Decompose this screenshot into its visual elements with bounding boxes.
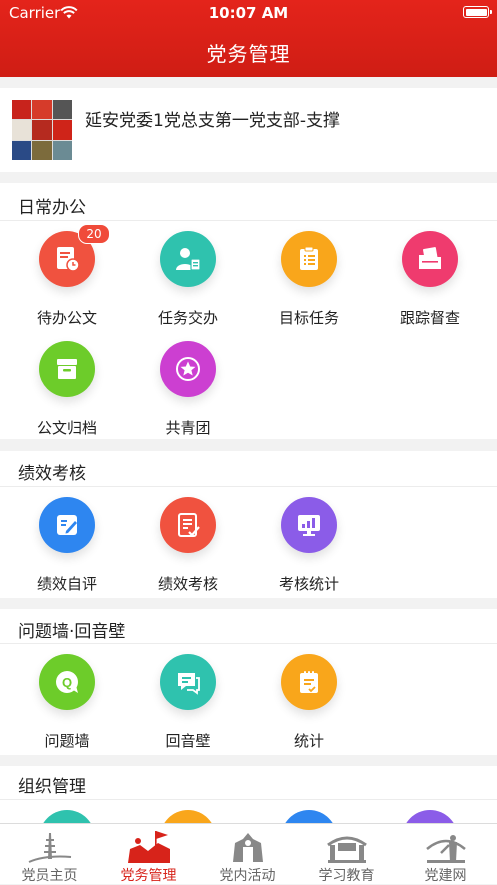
chart-board-icon xyxy=(281,497,337,553)
item-label: 统计 xyxy=(293,732,324,750)
item-label: 考核统计 xyxy=(278,575,339,593)
tracking-supervision-button[interactable]: 跟踪督查 xyxy=(369,231,491,341)
question-bubble-icon: Q xyxy=(39,654,95,710)
battery-icon xyxy=(463,6,492,18)
tab-label: 党务管理 xyxy=(120,868,177,884)
item-label: 待办公文 xyxy=(36,309,97,327)
tab-study-education[interactable]: 学习教育 xyxy=(297,824,396,884)
user-assign-icon xyxy=(160,231,216,287)
item-label: 公文归档 xyxy=(36,419,97,437)
svg-text:Q: Q xyxy=(62,675,72,690)
section-title: 问题墙·回音壁 xyxy=(18,622,126,642)
target-tasks-button[interactable]: 目标任务 xyxy=(248,231,370,341)
status-bar: Carrier 10:07 AM xyxy=(0,0,497,26)
bottom-tab-bar: 党员主页 党务管理 党内活动 学习教育 党建网 xyxy=(0,823,497,884)
organization-card[interactable]: 延安党委1党总支第一党支部-支撑 xyxy=(0,88,497,172)
stats-clipboard-icon xyxy=(281,654,337,710)
gate-icon xyxy=(327,836,367,863)
divider xyxy=(0,643,497,644)
item-label: 问题墙 xyxy=(44,732,90,750)
review-statistics-button[interactable]: 考核统计 xyxy=(248,497,370,607)
org-item-icon[interactable] xyxy=(281,810,337,823)
item-label: 回音壁 xyxy=(165,732,211,750)
item-label: 绩效考核 xyxy=(157,575,218,593)
item-label: 任务交办 xyxy=(157,309,218,327)
archive-box-icon xyxy=(39,341,95,397)
org-item-icon[interactable] xyxy=(39,810,95,823)
flag-bearers-icon xyxy=(128,831,170,863)
youth-league-button[interactable]: 共青团 xyxy=(127,341,249,451)
section-daily-office: 日常办公 20 待办公文 任务交办 目标任务 跟踪督查 公文归档 共青团 xyxy=(0,183,497,439)
chat-bubble-icon xyxy=(160,654,216,710)
item-label: 共青团 xyxy=(165,419,211,437)
tab-party-building-web[interactable]: 党建网 xyxy=(396,824,495,884)
item-label: 绩效自评 xyxy=(36,575,97,593)
pending-documents-button[interactable]: 20 待办公文 xyxy=(6,224,128,341)
section-title: 组织管理 xyxy=(18,777,86,797)
section-performance: 绩效考核 绩效自评 绩效考核 考核统计 xyxy=(0,451,497,598)
statue-icon xyxy=(426,835,466,863)
statistics-button[interactable]: 统计 xyxy=(248,654,370,764)
clock: 10:07 AM xyxy=(208,4,289,22)
item-label: 目标任务 xyxy=(278,309,339,327)
section-question-wall: 问题墙·回音壁 Q 问题墙 回音壁 统计 xyxy=(0,609,497,755)
tab-party-affairs[interactable]: 党务管理 xyxy=(99,824,198,884)
folder-icon xyxy=(402,231,458,287)
section-organization: 组织管理 xyxy=(0,766,497,823)
org-item-icon[interactable] xyxy=(402,810,458,823)
unread-count-badge: 20 xyxy=(78,224,110,244)
performance-review-button[interactable]: 绩效考核 xyxy=(127,497,249,607)
app-header: Carrier 10:07 AM 党务管理 xyxy=(0,0,497,77)
page-title: 党务管理 xyxy=(206,42,291,66)
divider xyxy=(0,799,497,800)
divider xyxy=(0,220,497,221)
divider xyxy=(0,486,497,487)
edit-form-icon xyxy=(39,497,95,553)
document-archive-button[interactable]: 公文归档 xyxy=(6,341,128,451)
question-wall-button[interactable]: Q 问题墙 xyxy=(6,654,128,764)
tab-label: 党员主页 xyxy=(21,868,78,884)
organization-name: 延安党委1党总支第一党支部-支撑 xyxy=(85,111,340,131)
echo-wall-button[interactable]: 回音壁 xyxy=(127,654,249,764)
task-assignment-button[interactable]: 任务交办 xyxy=(127,231,249,341)
self-evaluation-button[interactable]: 绩效自评 xyxy=(6,497,128,607)
section-title: 日常办公 xyxy=(18,198,86,218)
tab-party-activities[interactable]: 党内活动 xyxy=(198,824,297,884)
star-badge-icon xyxy=(160,341,216,397)
org-item-icon[interactable] xyxy=(160,810,216,823)
checklist-icon xyxy=(160,497,216,553)
clipboard-list-icon xyxy=(281,231,337,287)
section-title: 绩效考核 xyxy=(18,464,86,484)
monument-icon xyxy=(233,833,263,862)
tab-member-home[interactable]: 党员主页 xyxy=(0,824,99,884)
pagoda-icon xyxy=(28,833,72,863)
organization-logo xyxy=(12,100,72,160)
item-label: 跟踪督查 xyxy=(399,309,460,327)
tab-label: 党内活动 xyxy=(219,868,276,884)
tab-label: 党建网 xyxy=(424,868,467,884)
tab-label: 学习教育 xyxy=(318,868,375,884)
